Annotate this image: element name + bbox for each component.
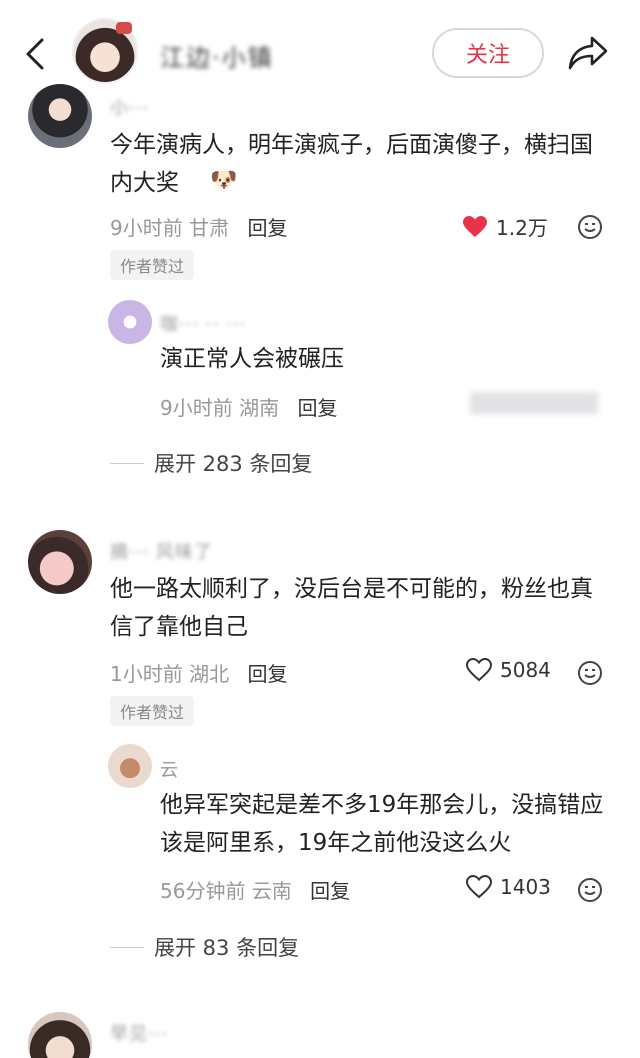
heart-outline-icon bbox=[466, 875, 492, 899]
author-liked-badge: 作者赞过 bbox=[110, 250, 195, 280]
commenter-avatar[interactable] bbox=[28, 84, 92, 148]
commenter-avatar[interactable] bbox=[28, 530, 92, 594]
emoji-reaction-icon[interactable] bbox=[577, 660, 603, 686]
expand-replies-link[interactable]: 展开 283 条回复 bbox=[110, 448, 312, 478]
reply-button[interactable]: 回复 bbox=[310, 879, 350, 903]
reply-time: 9小时前 bbox=[160, 396, 233, 420]
commenter-name[interactable]: 早见··· bbox=[110, 1020, 168, 1046]
like-count: 1403 bbox=[500, 875, 551, 899]
reply-button[interactable]: 回复 bbox=[247, 662, 287, 686]
expand-replies-link[interactable]: 展开 83 条回复 bbox=[110, 932, 299, 962]
reply-avatar[interactable] bbox=[108, 300, 152, 344]
commenter-avatar[interactable] bbox=[28, 1012, 92, 1058]
author-avatar[interactable] bbox=[72, 18, 138, 84]
like-button[interactable]: 1.2万 bbox=[462, 212, 548, 241]
reply-location: 云南 bbox=[251, 879, 292, 903]
share-icon[interactable] bbox=[566, 34, 610, 72]
reply-username[interactable]: 咖··· ·· ··· bbox=[160, 310, 246, 336]
doge-emoji-icon: 🐶 bbox=[210, 168, 238, 193]
reply-text: 演正常人会被碾压 bbox=[160, 346, 344, 372]
comment-meta: 9小时前 甘肃 回复 bbox=[110, 212, 287, 241]
comment-time: 1小时前 bbox=[110, 662, 183, 686]
top-bar: 江边·小镇 关注 bbox=[0, 0, 640, 100]
like-count: 1.2万 bbox=[496, 216, 548, 240]
comment-meta: 1小时前 湖北 回复 bbox=[110, 658, 287, 687]
like-button[interactable]: 5084 bbox=[466, 658, 551, 682]
comment-location: 甘肃 bbox=[189, 216, 230, 240]
reply-time: 56分钟前 bbox=[160, 879, 246, 903]
comment-text: 他一路太顺利了，没后台是不可能的，粉丝也真信了靠他自己 bbox=[110, 576, 593, 640]
reply-meta: 56分钟前 云南 回复 bbox=[160, 875, 350, 904]
heart-filled-icon bbox=[463, 215, 487, 237]
author-liked-badge: 作者赞过 bbox=[110, 696, 195, 726]
emoji-reaction-icon[interactable] bbox=[577, 214, 603, 240]
author-name[interactable]: 江边·小镇 bbox=[160, 38, 274, 73]
reply-button[interactable]: 回复 bbox=[297, 396, 337, 420]
reply-meta: 9小时前 湖南 回复 bbox=[160, 392, 337, 421]
emoji-reaction-icon[interactable] bbox=[577, 877, 603, 903]
commenter-name[interactable]: 摘··· 风味了 bbox=[110, 538, 213, 564]
like-button[interactable]: 1403 bbox=[466, 875, 551, 899]
reply-username[interactable]: 云 bbox=[160, 756, 179, 782]
reply-location: 湖南 bbox=[239, 396, 280, 420]
follow-button[interactable]: 关注 bbox=[432, 28, 544, 78]
redacted-area bbox=[470, 392, 598, 414]
reply-text: 他异军突起是差不多19年那会儿，没搞错应该是阿里系，19年之前他没这么火 bbox=[160, 792, 604, 856]
reply-avatar[interactable] bbox=[108, 744, 152, 788]
comment-text: 今年演病人，明年演疯子，后面演傻子，横扫国内大奖 bbox=[110, 132, 593, 196]
comment-location: 湖北 bbox=[189, 662, 230, 686]
like-count: 5084 bbox=[500, 658, 551, 682]
commenter-name[interactable]: 小··· bbox=[110, 94, 149, 120]
heart-outline-icon bbox=[466, 658, 492, 682]
comment-time: 9小时前 bbox=[110, 216, 183, 240]
back-arrow-icon[interactable] bbox=[20, 36, 52, 72]
reply-button[interactable]: 回复 bbox=[247, 216, 287, 240]
